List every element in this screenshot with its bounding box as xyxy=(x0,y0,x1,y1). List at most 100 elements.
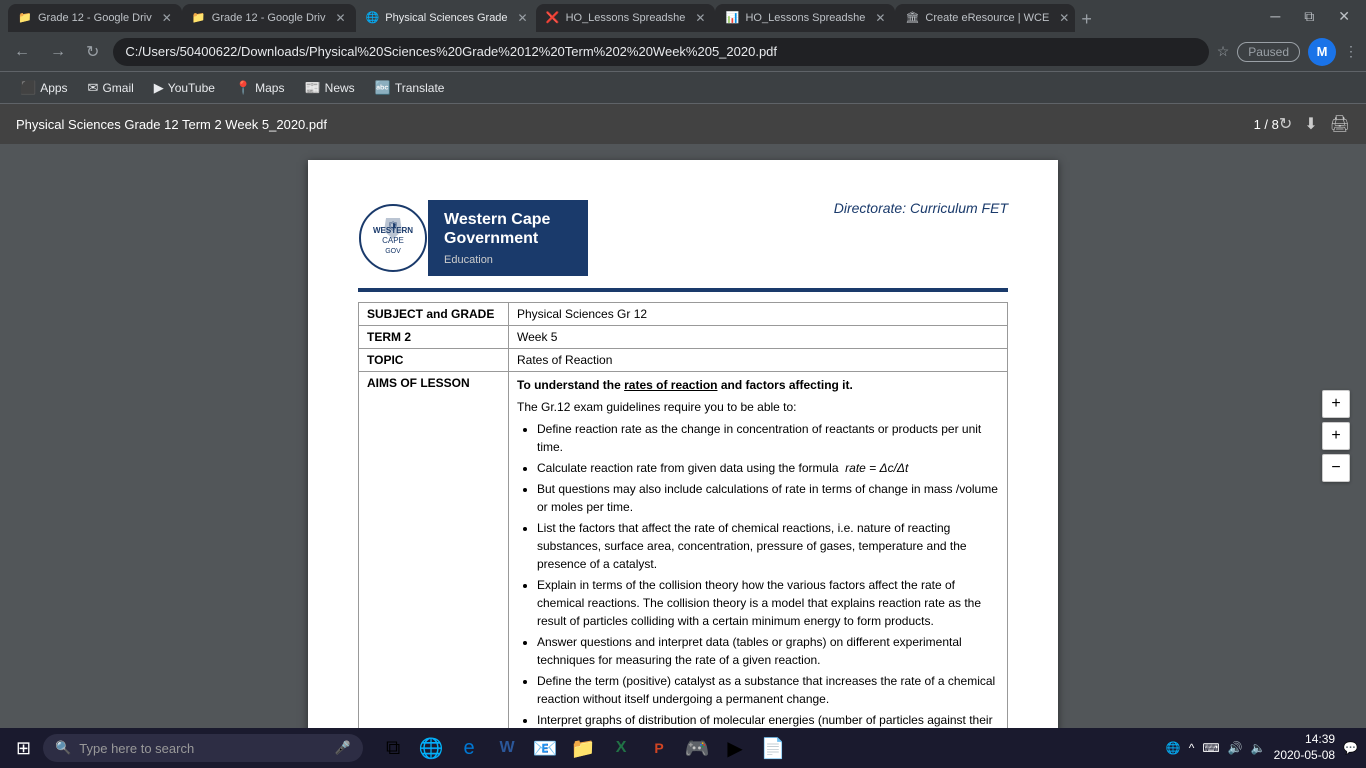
tab-3-label: Physical Sciences Grade xyxy=(385,12,507,24)
pdf-refresh-button[interactable]: ↻ xyxy=(1279,114,1292,134)
aims-bullet-3: List the factors that affect the rate of… xyxy=(537,519,999,573)
subject-label: SUBJECT and GRADE xyxy=(359,303,509,326)
start-button[interactable]: ⊞ xyxy=(8,734,39,763)
zoom-controls: + + − xyxy=(1322,390,1350,482)
network-icon: 🌐 xyxy=(1166,741,1181,755)
pdf-print-button[interactable]: 🖨 xyxy=(1330,114,1350,134)
taskbar-app-chrome[interactable]: 🌐 xyxy=(413,730,449,766)
tab-1-favicon: 📁 xyxy=(18,11,32,25)
bookmark-news[interactable]: 📰 News xyxy=(296,77,362,99)
paused-button[interactable]: Paused xyxy=(1237,42,1300,62)
taskbar-search-box[interactable]: 🔍 Type here to search 🎤 xyxy=(43,734,363,762)
bookmark-news-label: News xyxy=(325,81,355,95)
taskbar-mic-icon[interactable]: 🎤 xyxy=(335,740,351,756)
wcg-education-label: Education xyxy=(444,254,572,266)
star-icon[interactable]: ☆ xyxy=(1217,43,1230,60)
pdf-page-info: 1 / 8 xyxy=(1254,117,1279,132)
bookmark-translate[interactable]: 🔤 Translate xyxy=(367,77,453,99)
term-label: TERM 2 xyxy=(359,326,509,349)
edge-icon: e xyxy=(464,737,475,760)
tab-4-label: HO_Lessons Spreadshe xyxy=(566,12,686,24)
fileexplorer-icon: 📁 xyxy=(571,736,596,761)
zoom-minus-button[interactable]: − xyxy=(1322,454,1350,482)
zoom-plus-top-button[interactable]: + xyxy=(1322,390,1350,418)
svg-text:🛡: 🛡 xyxy=(387,221,398,231)
bookmark-translate-label: Translate xyxy=(395,81,445,95)
taskbar-app-ppt[interactable]: P xyxy=(641,730,677,766)
notification-icon[interactable]: 💬 xyxy=(1343,741,1358,755)
bookmark-maps[interactable]: 📍 Maps xyxy=(227,77,293,99)
title-bar: 📁 Grade 12 - Google Driv ✕ 📁 Grade 12 - … xyxy=(0,0,1366,32)
wcg-directorate: Directorate: Curriculum FET xyxy=(834,200,1008,216)
bookmark-youtube[interactable]: ▶ YouTube xyxy=(146,77,223,99)
taskbar-app-word[interactable]: W xyxy=(489,730,525,766)
pdf-download-button[interactable]: ⬇ xyxy=(1304,114,1317,134)
taskbar-right: 🌐 ^ ⌨ 🔊 🔈 14:39 2020-05-08 💬 xyxy=(1166,732,1358,763)
bookmark-gmail[interactable]: ✉ Gmail xyxy=(80,77,142,99)
tab-4[interactable]: ❌ HO_Lessons Spreadshe ✕ xyxy=(536,4,716,32)
game-icon: 🎮 xyxy=(685,736,710,761)
taskbar-app-edge[interactable]: e xyxy=(451,730,487,766)
taskbar-time: 14:39 2020-05-08 xyxy=(1274,732,1335,763)
bookmark-apps-label: Apps xyxy=(40,81,67,95)
bookmark-youtube-label: YouTube xyxy=(168,81,215,95)
tab-3[interactable]: 🌐 Physical Sciences Grade ✕ xyxy=(356,4,536,32)
wcg-header: WESTERN CAPE GOV 🛡 Western Cape Governme… xyxy=(358,200,1008,276)
svg-text:GOV: GOV xyxy=(385,248,401,255)
tab-2-close[interactable]: ✕ xyxy=(336,11,346,25)
tab-4-close[interactable]: ✕ xyxy=(695,11,705,25)
tab-5-close[interactable]: ✕ xyxy=(875,11,885,25)
wcg-text-block: Western Cape Government Education xyxy=(428,200,588,276)
back-button[interactable]: ← xyxy=(8,39,36,65)
media-icon: ▶ xyxy=(727,736,742,761)
translate-icon: 🔤 xyxy=(375,80,391,96)
volume-icon[interactable]: 🔊 xyxy=(1228,741,1243,755)
word-icon: W xyxy=(500,739,515,757)
aims-content: To understand the rates of reaction To u… xyxy=(517,376,999,728)
taskbar-app-taskview[interactable]: ⧉ xyxy=(375,730,411,766)
menu-icon[interactable]: ⋮ xyxy=(1344,43,1358,60)
wcg-main-text-line1: Western Cape xyxy=(444,210,572,229)
taskbar-app-game[interactable]: 🎮 xyxy=(679,730,715,766)
tab-row: 📁 Grade 12 - Google Driv ✕ 📁 Grade 12 - … xyxy=(8,0,1098,32)
tab-3-close[interactable]: ✕ xyxy=(518,11,528,25)
close-button[interactable]: ✕ xyxy=(1330,6,1358,27)
taskbar-apps: ⧉ 🌐 e W 📧 📁 X P 🎮 ▶ 📄 xyxy=(375,730,791,766)
tab-6-close[interactable]: ✕ xyxy=(1059,11,1069,25)
tab-1[interactable]: 📁 Grade 12 - Google Driv ✕ xyxy=(8,4,182,32)
clock-date: 2020-05-08 xyxy=(1274,748,1335,764)
restore-button[interactable]: ⧉ xyxy=(1296,6,1322,27)
address-input[interactable] xyxy=(113,38,1208,66)
youtube-icon: ▶ xyxy=(154,80,164,96)
taskbar-app-outlook[interactable]: 📧 xyxy=(527,730,563,766)
forward-button[interactable]: → xyxy=(44,39,72,65)
tab-1-close[interactable]: ✕ xyxy=(162,11,172,25)
zoom-plus-bottom-button[interactable]: + xyxy=(1322,422,1350,450)
pdf-content: WESTERN CAPE GOV 🛡 Western Cape Governme… xyxy=(0,144,1366,728)
taskbar-app-excel[interactable]: X xyxy=(603,730,639,766)
bookmark-apps[interactable]: ⬛ Apps xyxy=(12,77,76,99)
speaker-icon[interactable]: 🔈 xyxy=(1251,741,1266,755)
taskbar-app-fileexplorer[interactable]: 📁 xyxy=(565,730,601,766)
tab-6-label: Create eResource | WCE xyxy=(925,12,1049,24)
bookmark-maps-label: Maps xyxy=(255,81,284,95)
minimize-button[interactable]: ─ xyxy=(1262,6,1288,27)
news-icon: 📰 xyxy=(304,80,320,96)
taskbar-app-pdf[interactable]: 📄 xyxy=(755,730,791,766)
new-tab-button[interactable]: + xyxy=(1075,7,1098,32)
taskbar-app-media[interactable]: ▶ xyxy=(717,730,753,766)
tab-2[interactable]: 📁 Grade 12 - Google Driv ✕ xyxy=(182,4,356,32)
chevron-icon[interactable]: ^ xyxy=(1189,741,1195,755)
profile-button[interactable]: M xyxy=(1308,38,1336,66)
clock-time: 14:39 xyxy=(1274,732,1335,748)
taskbar-search-placeholder: Type here to search xyxy=(79,741,194,756)
wcg-logo-svg: WESTERN CAPE GOV 🛡 xyxy=(358,203,428,273)
reload-button[interactable]: ↻ xyxy=(80,38,105,66)
aims-intro: The Gr.12 exam guidelines require you to… xyxy=(517,398,999,416)
tab-5[interactable]: 📊 HO_Lessons Spreadshe ✕ xyxy=(715,4,895,32)
aims-bullet-2b: But questions may also include calculati… xyxy=(537,480,999,516)
tab-6[interactable]: 🏛 Create eResource | WCE ✕ xyxy=(895,4,1075,32)
aims-bullet-6: Define the term (positive) catalyst as a… xyxy=(537,672,999,708)
term-value: Week 5 xyxy=(509,326,1008,349)
topic-label: TOPIC xyxy=(359,349,509,372)
